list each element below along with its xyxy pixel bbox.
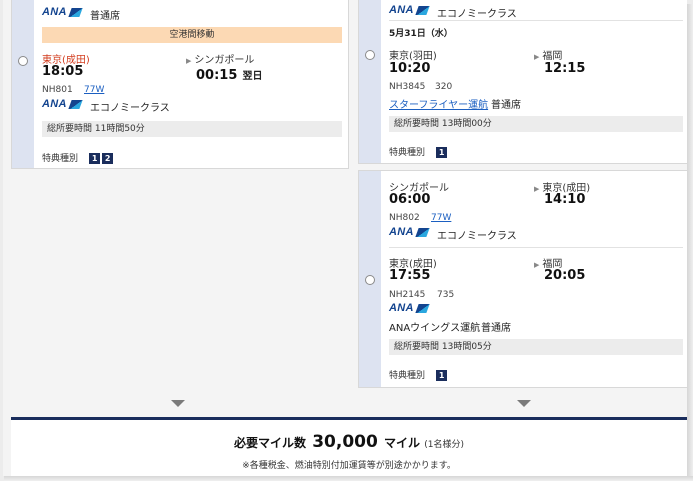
origin-city: 東京(羽田) <box>389 51 437 62</box>
arrival-time: 00:15 翌日 <box>196 68 263 83</box>
itinerary-radio-right-1[interactable] <box>365 50 375 60</box>
mileage-summary: 必要マイル数 30,000 マイル (1名様分) ※各種税金、燃油特別付加運賃等… <box>11 417 687 476</box>
arrival-time: 14:10 <box>544 192 586 207</box>
arrival-time: 12:15 <box>544 61 586 76</box>
ana-logo-mark <box>415 303 430 313</box>
ana-logo: ANA <box>389 226 430 238</box>
total-duration: 総所要時間 13時間05分 <box>389 339 683 355</box>
award-type-row: 特典種別 1 <box>389 363 448 382</box>
itinerary-body: ANA エコノミークラス 5月31日（水） 東京(羽田) 10:20 ▶ 福岡 1… <box>389 0 683 163</box>
ana-logo-mark <box>68 7 83 17</box>
required-miles: 必要マイル数 30,000 マイル (1名様分) <box>11 432 687 452</box>
required-miles-unit: マイル <box>384 436 421 450</box>
ana-logo: ANA <box>389 302 430 314</box>
window-shadow-bottom <box>4 476 693 481</box>
ana-logo: ANA <box>42 98 83 110</box>
required-miles-label: 必要マイル数 <box>234 436 307 450</box>
flight-number: NH2145 <box>389 290 426 300</box>
destination-city: ▶ 福岡 <box>534 51 563 62</box>
award-type-row: 特典種別 12 <box>42 146 114 165</box>
ana-logo-mark <box>415 5 430 15</box>
ana-logo: ANA <box>389 4 430 16</box>
departure-time: 10:20 <box>389 61 431 76</box>
ana-logo-mark <box>415 227 430 237</box>
departure-time: 17:55 <box>389 268 431 283</box>
itinerary-card-right-1: ANA エコノミークラス 5月31日（水） 東京(羽田) 10:20 ▶ 福岡 1… <box>358 0 687 164</box>
divider <box>389 247 683 248</box>
flight-number: NH3845 <box>389 82 426 92</box>
itinerary-card-left: ANA 普通席 空港間移動 東京(成田) 18:05 ▶ シンガポール 00:15… <box>11 0 349 169</box>
arrival-time: 20:05 <box>544 268 586 283</box>
aircraft-type: 735 <box>437 290 455 300</box>
page-viewport: ANA 普通席 空港間移動 東京(成田) 18:05 ▶ シンガポール 00:15… <box>3 0 687 476</box>
expand-right-arrow-icon[interactable] <box>517 400 531 407</box>
select-column[interactable] <box>12 0 34 168</box>
departure-time: 18:05 <box>42 64 84 79</box>
total-duration: 総所要時間 11時間50分 <box>42 121 342 137</box>
itinerary-body: ANA 普通席 空港間移動 東京(成田) 18:05 ▶ シンガポール 00:15… <box>42 0 342 168</box>
next-day-label: 翌日 <box>242 71 263 82</box>
itinerary-radio-right-2[interactable] <box>365 275 375 285</box>
window-shadow-right <box>687 4 693 481</box>
aircraft-link[interactable]: 77W <box>84 85 104 95</box>
departure-time: 06:00 <box>389 192 431 207</box>
ana-logo-mark <box>68 99 83 109</box>
itinerary-radio-left[interactable] <box>18 56 28 66</box>
seat-class: 普通席 <box>491 100 521 111</box>
seat-class: 普通席 <box>481 323 511 334</box>
itinerary-card-right-2: シンガポール 06:00 ▶ 東京(成田) 14:10 NH802 77W ANA… <box>358 170 687 388</box>
flight-number: NH802 <box>389 213 420 223</box>
select-column[interactable] <box>359 171 381 387</box>
seat-class: 普通席 <box>90 11 120 22</box>
operator-label: ANAウイングス運航 <box>389 323 481 334</box>
total-duration: 総所要時間 13時間00分 <box>389 116 683 132</box>
airport-transfer-banner: 空港間移動 <box>42 27 342 43</box>
tax-note: ※各種税金、燃油特別付加運賃等が別途かかります。 <box>242 461 456 471</box>
award-badge-1[interactable]: 1 <box>436 147 448 158</box>
per-person-label: (1名様分) <box>424 440 464 450</box>
divider <box>389 20 683 21</box>
seat-class: エコノミークラス <box>437 9 517 20</box>
arrow-right-icon: ▶ <box>534 53 540 61</box>
required-miles-value: 30,000 <box>312 432 378 452</box>
arrow-right-icon: ▶ <box>534 185 540 193</box>
award-badge-1[interactable]: 1 <box>436 370 448 381</box>
itinerary-body: シンガポール 06:00 ▶ 東京(成田) 14:10 NH802 77W ANA… <box>389 171 683 387</box>
seat-class: エコノミークラス <box>90 103 170 114</box>
award-type-row: 特典種別 1 <box>389 140 448 159</box>
aircraft-link[interactable]: 77W <box>431 213 451 223</box>
award-badge-1[interactable]: 1 <box>89 153 101 164</box>
window-frame: ANA 普通席 空港間移動 東京(成田) 18:05 ▶ シンガポール 00:15… <box>0 0 693 481</box>
award-type-label: 特典種別 <box>42 154 79 164</box>
flight-date: 5月31日（水） <box>389 29 453 39</box>
select-column[interactable] <box>359 0 381 163</box>
arrow-right-icon: ▶ <box>534 261 540 269</box>
operator-link[interactable]: スターフライヤー運航 <box>389 96 488 111</box>
aircraft-type: 320 <box>435 82 453 92</box>
seat-class: エコノミークラス <box>437 231 517 242</box>
arrow-right-icon: ▶ <box>186 57 192 65</box>
expand-left-arrow-icon[interactable] <box>171 400 185 407</box>
award-type-label: 特典種別 <box>389 371 426 381</box>
award-type-label: 特典種別 <box>389 148 426 158</box>
award-badge-2[interactable]: 2 <box>102 153 114 164</box>
flight-number: NH801 <box>42 85 73 95</box>
ana-logo: ANA <box>42 6 83 18</box>
